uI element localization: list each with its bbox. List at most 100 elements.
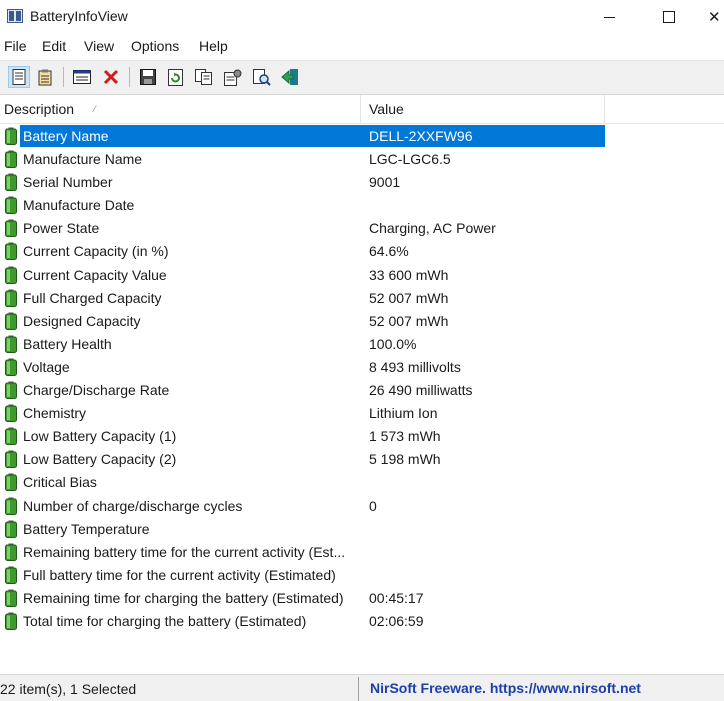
clipboard-button[interactable] — [34, 66, 56, 88]
cell-description: Number of charge/discharge cycles — [23, 497, 243, 514]
cell-value: 02:06:59 — [369, 612, 424, 629]
menu-options[interactable]: Options — [131, 38, 179, 54]
battery-icon — [5, 427, 17, 446]
table-row[interactable]: Remaining battery time for the current a… — [0, 541, 724, 564]
cell-value: 9001 — [369, 174, 401, 191]
cell-value: DELL-2XXFW96 — [369, 128, 473, 144]
table-row[interactable]: Low Battery Capacity (2) 5 198 mWh — [0, 448, 724, 471]
table-row[interactable]: Remaining time for charging the battery … — [0, 587, 724, 610]
exit-icon — [281, 69, 298, 85]
cell-description: Serial Number — [23, 174, 113, 191]
cell-description: Designed Capacity — [23, 312, 141, 329]
properties-button[interactable] — [8, 66, 30, 88]
toolbar-separator — [129, 67, 130, 87]
toolbar-separator — [63, 67, 64, 87]
table-row[interactable]: Full Charged Capacity 52 007 mWh — [0, 287, 724, 310]
menu-file[interactable]: File — [4, 38, 27, 54]
table-row[interactable]: Serial Number 9001 — [0, 171, 724, 194]
nirsoft-link[interactable]: NirSoft Freeware. https://www.nirsoft.ne… — [370, 680, 641, 696]
close-icon: ✕ — [708, 9, 721, 26]
properties-icon — [12, 69, 26, 85]
battery-icon — [5, 497, 17, 515]
cell-value: 52 007 mWh — [369, 289, 449, 306]
find-button[interactable] — [251, 66, 273, 88]
cell-description: Chemistry — [23, 405, 87, 422]
cell-description: Charge/Discharge Rate — [23, 382, 170, 399]
menu-bar: File Edit View Options Help — [0, 34, 724, 60]
cell-description: Manufacture Date — [23, 197, 135, 214]
minimize-button[interactable] — [586, 0, 632, 34]
cell-description: Current Capacity (in %) — [23, 243, 169, 260]
table-row[interactable]: Charge/Discharge Rate 26 490 milliwatts — [0, 379, 724, 402]
column-divider[interactable] — [604, 95, 605, 123]
table-row[interactable]: Battery Name DELL-2XXFW96 — [0, 125, 724, 148]
cell-description: Low Battery Capacity (2) — [23, 451, 177, 468]
battery-icon — [5, 358, 17, 376]
refresh-button[interactable] — [164, 66, 186, 88]
table-row[interactable]: Designed Capacity 52 007 mWh — [0, 310, 724, 333]
battery-icon — [5, 520, 17, 538]
maximize-button[interactable] — [646, 0, 692, 34]
title-bar: BatteryInfoView ✕ — [0, 0, 724, 34]
list-header: Description ⁄ Value — [0, 95, 724, 124]
status-divider — [358, 677, 359, 701]
table-row[interactable]: Low Battery Capacity (1) 1 573 mWh — [0, 425, 724, 448]
table-row[interactable]: Full battery time for the current activi… — [0, 564, 724, 587]
cell-value: Charging, AC Power — [369, 220, 496, 237]
battery-icon — [5, 566, 17, 584]
cell-description: Full Charged Capacity — [23, 289, 162, 306]
column-header-description[interactable]: Description — [4, 95, 356, 123]
battery-icon — [5, 219, 17, 238]
table-row[interactable]: Battery Temperature — [0, 518, 724, 541]
table-row[interactable]: Voltage 8 493 millivolts — [0, 356, 724, 379]
menu-view[interactable]: View — [84, 38, 114, 54]
html-report-icon — [73, 70, 91, 84]
toolbar — [0, 60, 724, 95]
table-row[interactable]: Manufacture Date — [0, 194, 724, 217]
battery-icon — [5, 242, 17, 261]
cell-description: Current Capacity Value — [23, 266, 167, 283]
html-report-button[interactable] — [71, 66, 93, 88]
menu-edit[interactable]: Edit — [42, 38, 66, 54]
delete-icon — [103, 69, 119, 85]
app-icon — [7, 9, 23, 23]
save-button[interactable] — [137, 66, 159, 88]
table-row[interactable]: Current Capacity (in %) 64.6% — [0, 240, 724, 263]
cell-description: Voltage — [23, 358, 70, 375]
table-row[interactable]: Current Capacity Value 33 600 mWh — [0, 264, 724, 287]
table-row[interactable]: Manufacture Name LGC-LGC6.5 — [0, 148, 724, 171]
copy-button[interactable] — [193, 66, 215, 88]
table-row[interactable]: Power State Charging, AC Power — [0, 217, 724, 240]
window-title: BatteryInfoView — [30, 8, 128, 24]
close-button[interactable]: ✕ — [708, 0, 724, 34]
status-bar: 22 item(s), 1 Selected NirSoft Freeware.… — [0, 674, 724, 701]
table-row[interactable]: Critical Bias — [0, 471, 724, 494]
table-row[interactable]: Battery Health 100.0% — [0, 333, 724, 356]
table-row[interactable]: Total time for charging the battery (Est… — [0, 610, 724, 633]
battery-icon — [5, 335, 17, 353]
table-row[interactable]: Chemistry Lithium Ion — [0, 402, 724, 425]
battery-icon — [5, 543, 17, 561]
battery-icon — [5, 450, 17, 469]
list-rows: Battery Name DELL-2XXFW96 Manufacture Name… — [0, 125, 724, 633]
column-divider[interactable] — [360, 95, 361, 123]
find-icon — [253, 68, 271, 86]
battery-icon — [5, 196, 17, 215]
cell-value: 100.0% — [369, 335, 417, 352]
menu-help[interactable]: Help — [199, 38, 228, 54]
column-header-value[interactable]: Value — [369, 95, 599, 123]
copy-icon — [195, 69, 212, 85]
cell-description: Battery Health — [23, 335, 112, 352]
cell-description: Total time for charging the battery (Est… — [23, 612, 307, 629]
cell-value: 00:45:17 — [369, 589, 424, 606]
delete-button[interactable] — [100, 66, 122, 88]
minimize-icon — [603, 16, 615, 18]
battery-icon — [5, 381, 17, 400]
table-row[interactable]: Number of charge/discharge cycles 0 — [0, 495, 724, 518]
options-button[interactable] — [222, 66, 244, 88]
save-icon — [140, 69, 156, 85]
battery-info-list[interactable]: Description ⁄ Value Battery Name DELL-2XX… — [0, 95, 724, 673]
cell-value: 64.6% — [369, 243, 409, 260]
exit-button[interactable] — [279, 66, 301, 88]
battery-icon — [5, 289, 17, 307]
